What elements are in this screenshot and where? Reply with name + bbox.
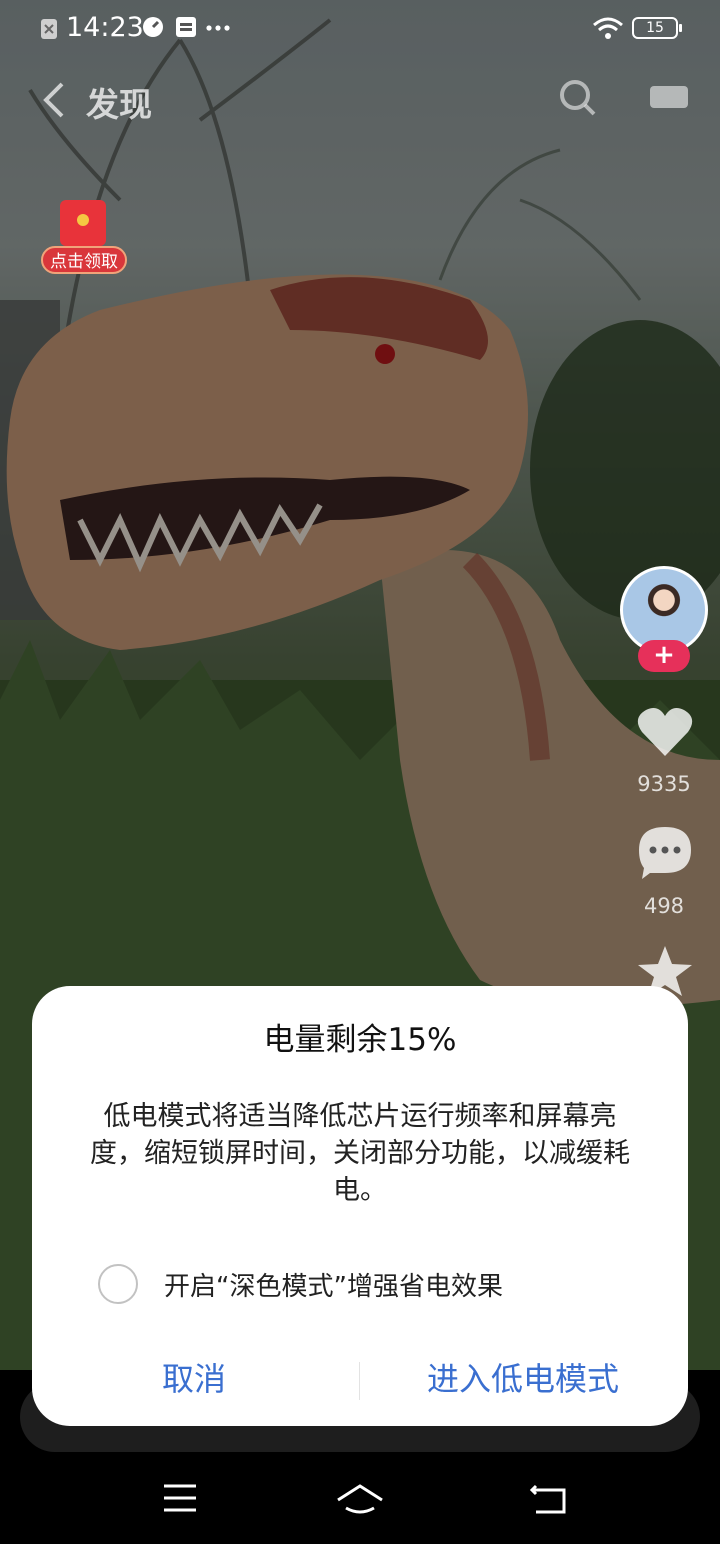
home-icon[interactable] bbox=[334, 1482, 386, 1518]
back-arrow-icon[interactable] bbox=[38, 78, 68, 122]
top-nav: 发现 bbox=[0, 70, 720, 130]
comment-icon[interactable] bbox=[636, 824, 694, 880]
battery-indicator: 15 bbox=[632, 17, 682, 39]
follow-button[interactable]: + bbox=[638, 640, 690, 672]
red-packet-label: 点击领取 bbox=[41, 246, 127, 274]
red-packet-widget[interactable]: 点击领取 bbox=[36, 182, 132, 278]
notification-icon bbox=[41, 19, 57, 39]
sim-card-icon bbox=[176, 17, 196, 37]
more-dots-icon bbox=[206, 25, 230, 31]
comment-count: 498 bbox=[643, 894, 685, 918]
dialog-actions: 取消 进入低电模式 bbox=[32, 1346, 688, 1416]
system-nav-bar bbox=[0, 1458, 720, 1544]
clock: 14:23 bbox=[66, 12, 144, 43]
wifi-icon bbox=[593, 17, 623, 39]
search-icon[interactable] bbox=[558, 78, 598, 118]
dark-mode-label: 开启“深色模式”增强省电效果 bbox=[164, 1272, 503, 1302]
like-count: 9335 bbox=[637, 772, 691, 796]
page-title: 发现 bbox=[86, 85, 152, 124]
tv-icon[interactable] bbox=[648, 82, 690, 110]
dark-mode-radio[interactable] bbox=[98, 1264, 138, 1304]
dialog-message: 低电模式将适当降低芯片运行频率和屏幕亮度，缩短锁屏时间，关闭部分功能，以减缓耗电… bbox=[90, 1101, 630, 1206]
status-bar: 14:23 15 bbox=[0, 0, 720, 58]
cancel-button[interactable]: 取消 bbox=[32, 1346, 356, 1412]
enter-low-power-button[interactable]: 进入低电模式 bbox=[360, 1346, 686, 1412]
dark-mode-option[interactable]: 开启“深色模式”增强省电效果 bbox=[96, 1262, 656, 1306]
low-battery-dialog: 电量剩余15% 低电模式将适当降低芯片运行频率和屏幕亮度，缩短锁屏时间，关闭部分… bbox=[32, 986, 688, 1426]
speed-icon bbox=[143, 17, 163, 37]
menu-icon[interactable] bbox=[162, 1482, 198, 1514]
red-packet-icon bbox=[60, 200, 106, 246]
dialog-title: 电量剩余15% bbox=[263, 1022, 457, 1058]
heart-icon[interactable] bbox=[636, 704, 694, 758]
back-nav-icon[interactable] bbox=[528, 1482, 568, 1516]
